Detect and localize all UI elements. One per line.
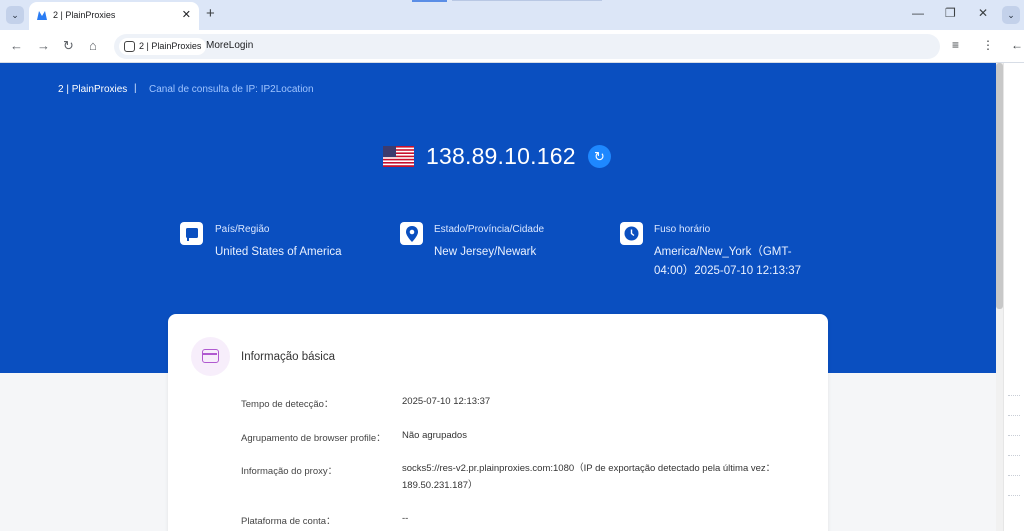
breadcrumb-channel[interactable]: Canal de consulta de IP: IP2Location (149, 84, 314, 95)
address-text[interactable]: MoreLogin (206, 40, 253, 51)
profile-group-label: Agrupamento de browser profile： (241, 433, 386, 444)
new-tab-button[interactable]: + (206, 5, 215, 22)
media-control-icon[interactable]: ≡ (952, 38, 959, 52)
proxy-info-line1: socks5://res-v2.pr.plainproxies.com:1080… (402, 463, 776, 474)
browser-toolbar: ← → ↻ ⌂ 2 | PlainProxies MoreLogin ≡ ⋮ ← (0, 30, 1024, 63)
side-panel-divider (1008, 415, 1020, 416)
page-scrollbar-thumb[interactable] (996, 63, 1003, 309)
menu-kebab-icon[interactable]: ⋮ (982, 38, 994, 52)
tab-strip: ⌄ 2 | PlainProxies ✕ + — ❐ ✕ ⌄ (0, 0, 1024, 30)
us-flag-icon (383, 146, 414, 167)
detection-time-value: 2025-07-10 12:13:37 (402, 396, 491, 407)
profile-chip[interactable]: 2 | PlainProxies (119, 38, 207, 55)
breadcrumb-profile: 2 | PlainProxies (58, 84, 128, 95)
timezone-label: Fuso horário (654, 224, 711, 235)
timezone-value: America/New_York（GMT- 04:00）2025-07-10 1… (654, 243, 801, 281)
clock-icon (620, 222, 643, 245)
window-close-button[interactable]: ✕ (978, 6, 988, 20)
profile-group-value: Não agrupados (402, 430, 467, 441)
location-pin-icon (400, 222, 423, 245)
timezone-value-line2: 04:00）2025-07-10 12:13:37 (654, 265, 802, 277)
basic-info-card: Informação básica Tempo de detecção： 202… (168, 314, 828, 531)
browser-window-icon (191, 337, 230, 376)
tab-strip-line (452, 0, 602, 1)
side-panel-divider (1008, 395, 1020, 396)
back-button[interactable]: ← (10, 38, 23, 53)
tab-close-icon[interactable]: ✕ (182, 8, 191, 21)
page-content: 2 | PlainProxies | Canal de consulta de … (0, 63, 996, 531)
country-label: País/Região (215, 224, 270, 235)
home-button[interactable]: ⌂ (89, 38, 97, 53)
reload-button[interactable]: ↻ (63, 38, 74, 54)
breadcrumb-separator: | (134, 83, 137, 94)
profile-chip-label: 2 | PlainProxies (139, 41, 202, 51)
tab-title: 2 | PlainProxies (53, 10, 116, 20)
restore-button[interactable]: ❐ (945, 6, 956, 20)
side-panel-divider (1008, 475, 1020, 476)
active-tab[interactable]: 2 | PlainProxies ✕ (29, 2, 199, 30)
country-value: United States of America (215, 246, 342, 258)
side-tab-button[interactable]: ⌄ (1002, 6, 1020, 24)
detection-time-label: Tempo de detecção： (241, 399, 334, 410)
side-panel-divider (1008, 495, 1020, 496)
forward-button[interactable]: → (37, 38, 50, 53)
region-label: Estado/Província/Cidade (434, 224, 545, 235)
proxy-info-line2: 189.50.231.187） (402, 480, 478, 491)
account-platform-value: -- (402, 513, 409, 524)
ip-address: 138.89.10.162 (426, 143, 576, 169)
flag-pin-icon (180, 222, 203, 245)
side-panel (1003, 63, 1024, 531)
profile-chip-icon (124, 41, 135, 52)
basic-info-title: Informação básica (241, 351, 335, 363)
refresh-ip-button[interactable]: ↻ (588, 145, 611, 168)
proxy-info-value: socks5://res-v2.pr.plainproxies.com:1080… (402, 460, 802, 494)
tab-search-button[interactable]: ⌄ (6, 6, 24, 24)
tab-strip-accent (412, 0, 447, 2)
minimize-button[interactable]: — (912, 6, 924, 20)
side-back-icon[interactable]: ← (1011, 38, 1023, 52)
tab-favicon-icon (37, 11, 47, 20)
timezone-value-line1: America/New_York（GMT- (654, 246, 792, 258)
region-value: New Jersey/Newark (434, 246, 537, 258)
side-panel-divider (1008, 455, 1020, 456)
proxy-info-label: Informação do proxy： (241, 466, 338, 477)
address-bar[interactable]: 2 | PlainProxies MoreLogin (114, 34, 940, 59)
account-platform-label: Plataforma de conta： (241, 516, 336, 527)
refresh-icon: ↻ (594, 148, 605, 164)
side-panel-divider (1008, 435, 1020, 436)
